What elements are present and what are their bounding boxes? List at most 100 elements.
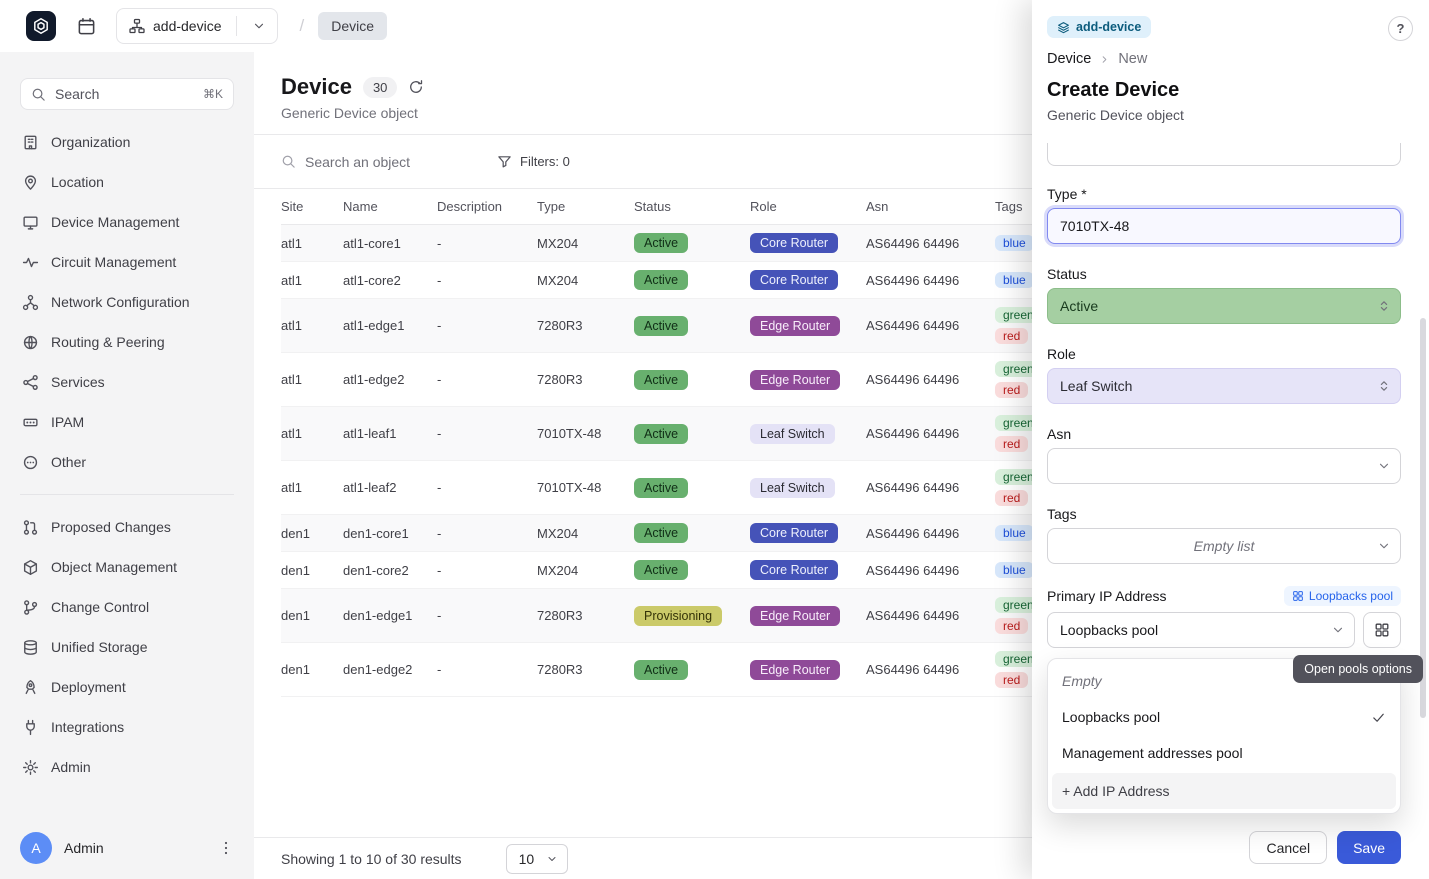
- check-icon: [1371, 710, 1386, 725]
- sidebar-item-proposed-changes[interactable]: Proposed Changes: [8, 507, 246, 547]
- role-select[interactable]: Leaf Switch: [1047, 368, 1401, 404]
- primary-ip-select[interactable]: Loopbacks pool: [1047, 612, 1355, 648]
- cell-name: atl1-edge2: [343, 353, 437, 407]
- refresh-button[interactable]: [408, 79, 424, 95]
- sidebar-item-ipam[interactable]: IPAM: [8, 402, 246, 442]
- field-role: Role Leaf Switch: [1047, 346, 1401, 404]
- sidebar-item-organization[interactable]: Organization: [8, 122, 246, 162]
- cell-asn: AS64496 64496: [866, 262, 995, 299]
- cell-name: atl1-core1: [343, 225, 437, 262]
- sidebar-item-change-control[interactable]: Change Control: [8, 587, 246, 627]
- column-header-type[interactable]: Type: [537, 189, 634, 225]
- sidebar-item-services[interactable]: Services: [8, 362, 246, 402]
- sidebar-item-circuit-management[interactable]: Circuit Management: [8, 242, 246, 282]
- filters-label: Filters: 0: [520, 154, 570, 169]
- breadcrumb-device[interactable]: Device: [318, 12, 387, 40]
- breadcrumb-object[interactable]: Device: [1047, 51, 1091, 67]
- status-select[interactable]: Active: [1047, 288, 1401, 324]
- save-button[interactable]: Save: [1337, 831, 1401, 864]
- branch-selector[interactable]: add-device: [116, 8, 278, 44]
- table-header-row: SiteNameDescriptionTypeStatusRoleAsnTags: [281, 189, 1161, 225]
- search-label: Search: [55, 86, 99, 102]
- add-ip-address-button[interactable]: + Add IP Address: [1052, 773, 1396, 809]
- chevron-down-icon: [1377, 539, 1391, 553]
- column-header-role[interactable]: Role: [750, 189, 866, 225]
- tag-badge: blue: [995, 562, 1034, 578]
- cell-status: Active: [634, 299, 750, 353]
- role-badge: Edge Router: [750, 606, 840, 626]
- account-section[interactable]: A Admin: [0, 817, 254, 879]
- sidebar-item-label: Location: [51, 174, 104, 190]
- tag-badge: red: [995, 436, 1028, 452]
- create-device-drawer: add-device ? Device New Create Device Ge…: [1032, 0, 1429, 879]
- filters-button[interactable]: Filters: 0: [497, 154, 570, 169]
- cell-description: -: [437, 589, 537, 643]
- kebab-menu-icon[interactable]: [218, 840, 234, 856]
- cell-asn: AS64496 64496: [866, 461, 995, 515]
- sidebar-divider: [20, 494, 234, 495]
- table-row[interactable]: atl1atl1-leaf2-7010TX-48ActiveLeaf Switc…: [281, 461, 1161, 515]
- cell-asn: AS64496 64496: [866, 225, 995, 262]
- cell-type: MX204: [537, 225, 634, 262]
- chevron-down-icon[interactable]: [245, 19, 273, 33]
- help-button[interactable]: ?: [1388, 16, 1413, 41]
- table-row[interactable]: den1den1-edge1-7280R3ProvisioningEdge Ro…: [281, 589, 1161, 643]
- table-row[interactable]: den1den1-core1-MX204ActiveCore RouterAS6…: [281, 515, 1161, 552]
- table-row[interactable]: atl1atl1-core2-MX204ActiveCore RouterAS6…: [281, 262, 1161, 299]
- column-header-asn[interactable]: Asn: [866, 189, 995, 225]
- column-header-description[interactable]: Description: [437, 189, 537, 225]
- chevron-down-icon: [1377, 459, 1391, 473]
- dropdown-option-loopbacks-pool[interactable]: Loopbacks pool: [1052, 699, 1396, 735]
- sidebar-item-object-management[interactable]: Object Management: [8, 547, 246, 587]
- tag-badge: red: [995, 672, 1028, 688]
- open-pools-button[interactable]: [1363, 612, 1401, 648]
- cell-asn: AS64496 64496: [866, 407, 995, 461]
- app-logo[interactable]: [26, 11, 56, 41]
- column-header-site[interactable]: Site: [281, 189, 343, 225]
- sidebar-item-admin[interactable]: Admin: [8, 747, 246, 787]
- loopbacks-pool-badge[interactable]: Loopbacks pool: [1284, 586, 1401, 606]
- cell-description: -: [437, 299, 537, 353]
- sidebar-item-label: Proposed Changes: [51, 519, 171, 535]
- sidebar-item-network-configuration[interactable]: Network Configuration: [8, 282, 246, 322]
- pagination-summary: Showing 1 to 10 of 30 results: [281, 851, 462, 867]
- sidebar-item-integrations[interactable]: Integrations: [8, 707, 246, 747]
- status-badge: Active: [634, 560, 688, 580]
- dropdown-option-label: Empty: [1062, 673, 1102, 689]
- tags-select[interactable]: Empty list: [1047, 528, 1401, 564]
- cancel-button[interactable]: Cancel: [1249, 831, 1327, 864]
- calendar-button[interactable]: [70, 10, 102, 42]
- table-row[interactable]: den1den1-core2-MX204ActiveCore RouterAS6…: [281, 552, 1161, 589]
- table-row[interactable]: atl1atl1-core1-MX204ActiveCore RouterAS6…: [281, 225, 1161, 262]
- device-management-icon: [22, 214, 39, 231]
- cell-site: den1: [281, 589, 343, 643]
- sidebar-item-routing-peering[interactable]: Routing & Peering: [8, 322, 246, 362]
- table-row[interactable]: atl1atl1-edge1-7280R3ActiveEdge RouterAS…: [281, 299, 1161, 353]
- sidebar-item-deployment[interactable]: Deployment: [8, 667, 246, 707]
- partial-input[interactable]: [1047, 143, 1401, 166]
- sidebar-item-location[interactable]: Location: [8, 162, 246, 202]
- table-row[interactable]: atl1atl1-edge2-7280R3ActiveEdge RouterAS…: [281, 353, 1161, 407]
- sidebar-item-device-management[interactable]: Device Management: [8, 202, 246, 242]
- cell-status: Active: [634, 353, 750, 407]
- cell-asn: AS64496 64496: [866, 589, 995, 643]
- sidebar-item-unified-storage[interactable]: Unified Storage: [8, 627, 246, 667]
- asn-select[interactable]: [1047, 448, 1401, 484]
- sidebar-search[interactable]: Search ⌘K: [20, 78, 234, 110]
- column-header-name[interactable]: Name: [343, 189, 437, 225]
- sidebar-item-other[interactable]: Other: [8, 442, 246, 482]
- column-header-status[interactable]: Status: [634, 189, 750, 225]
- dropdown-option-label: Loopbacks pool: [1062, 709, 1160, 725]
- calendar-icon: [77, 17, 96, 36]
- object-search-input[interactable]: Search an object: [281, 154, 481, 170]
- search-shortcut: ⌘K: [203, 87, 223, 101]
- type-input[interactable]: [1047, 208, 1401, 244]
- cell-role: Core Router: [750, 515, 866, 552]
- sidebar-item-label: Network Configuration: [51, 294, 190, 310]
- page-size-select[interactable]: 10: [506, 844, 569, 874]
- dropdown-option-management-addresses-pool[interactable]: Management addresses pool: [1052, 735, 1396, 771]
- table-row[interactable]: atl1atl1-leaf1-7010TX-48ActiveLeaf Switc…: [281, 407, 1161, 461]
- table-row[interactable]: den1den1-edge2-7280R3ActiveEdge RouterAS…: [281, 643, 1161, 697]
- cell-asn: AS64496 64496: [866, 299, 995, 353]
- field-primary-ip: Primary IP Address Loopbacks pool Loopba…: [1047, 586, 1401, 648]
